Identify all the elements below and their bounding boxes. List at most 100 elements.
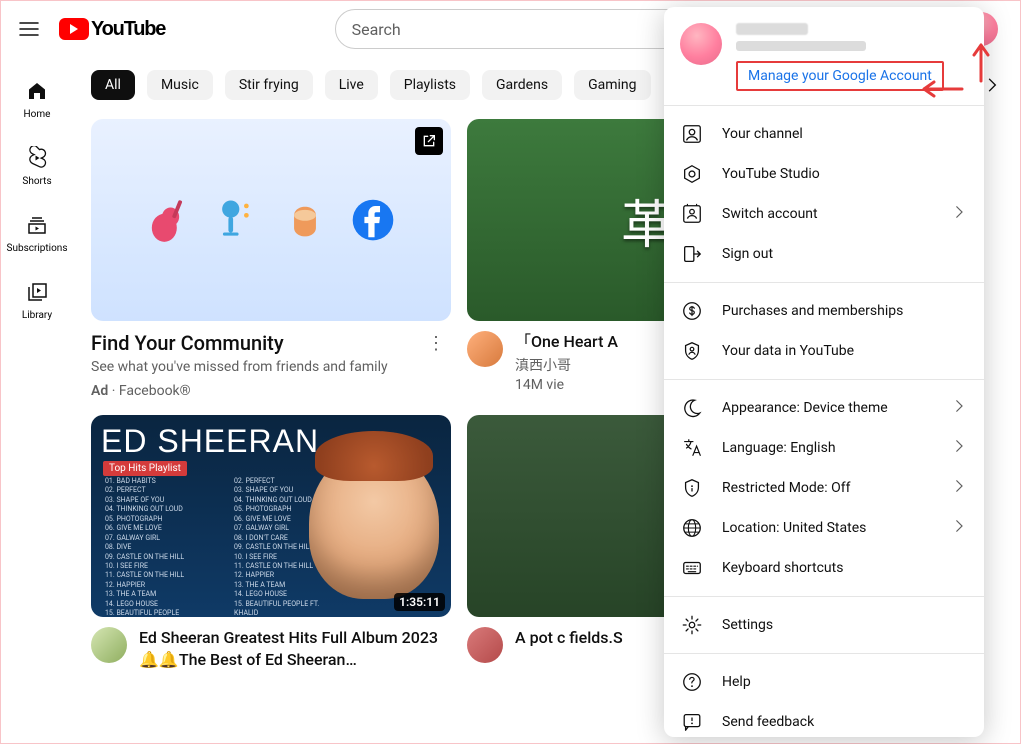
ad-more-button[interactable]: ⋮ — [421, 331, 451, 399]
chevron-right-icon — [950, 477, 968, 499]
annotation-arrow-up — [966, 39, 996, 83]
youtube-play-icon — [59, 18, 89, 40]
video-3-channel-avatar[interactable] — [467, 627, 503, 663]
account-menu: Manage your Google Account Your channel Y… — [664, 7, 984, 737]
menu-item-label: Location: United States — [722, 520, 866, 536]
chip-stir-frying[interactable]: Stir frying — [225, 70, 313, 100]
video-card-2: ED SHEERAN Top Hits Playlist 01. BAD HAB… — [91, 415, 451, 670]
facebook-icon — [348, 195, 398, 245]
account-menu-avatar — [680, 23, 722, 65]
video-1-title[interactable]: 「One Heart A — [515, 331, 618, 353]
translate-icon — [680, 436, 704, 460]
account-name-blurred — [736, 23, 808, 35]
gear-icon — [680, 613, 704, 637]
rail-library[interactable]: Library — [5, 266, 69, 333]
chevron-right-icon — [950, 203, 968, 225]
rail-shorts[interactable]: Shorts — [5, 132, 69, 199]
video-3-title[interactable]: A pot c fields.S — [515, 627, 623, 649]
menu-item-label: Send feedback — [722, 714, 814, 730]
youtube-logo[interactable]: YouTube — [59, 18, 165, 41]
video-1-channel-avatar[interactable] — [467, 331, 503, 367]
menu-item-send-feedback[interactable]: Send feedback — [664, 702, 984, 737]
ad-subline: See what you've missed from friends and … — [91, 359, 421, 375]
youtube-logo-text: YouTube — [91, 18, 165, 41]
menu-item-label: Help — [722, 674, 751, 690]
menu-item-keyboard-shortcuts[interactable]: Keyboard shortcuts — [664, 548, 984, 588]
restricted-icon — [680, 476, 704, 500]
menu-item-purchases-and-memberships[interactable]: Purchases and memberships — [664, 291, 984, 331]
menu-item-restricted-mode-off[interactable]: Restricted Mode: Off — [664, 468, 984, 508]
video-2-overlay-title: ED SHEERAN — [101, 423, 319, 460]
menu-item-language-english[interactable]: Language: English — [664, 428, 984, 468]
feedback-icon — [680, 710, 704, 734]
library-icon — [25, 280, 49, 304]
menu-item-label: Switch account — [722, 206, 818, 222]
chip-playlists[interactable]: Playlists — [390, 70, 470, 100]
menu-item-help[interactable]: Help — [664, 662, 984, 702]
hamburger-menu-button[interactable] — [17, 17, 41, 41]
moon-icon — [680, 396, 704, 420]
chip-gardens[interactable]: Gardens — [482, 70, 562, 100]
drum-icon — [280, 195, 330, 245]
help-icon — [680, 670, 704, 694]
menu-item-label: Your data in YouTube — [722, 343, 854, 359]
menu-item-settings[interactable]: Settings — [664, 605, 984, 645]
globe-icon — [680, 516, 704, 540]
menu-item-location-united-states[interactable]: Location: United States — [664, 508, 984, 548]
left-rail: Home Shorts Subscriptions Library — [1, 57, 73, 743]
video-2-overlay-tag: Top Hits Playlist — [103, 461, 187, 476]
rail-library-label: Library — [22, 310, 52, 321]
chevron-right-icon — [950, 397, 968, 419]
ad-tagline: Ad · Facebook® — [91, 383, 421, 399]
menu-item-label: Language: English — [722, 440, 836, 456]
studio-icon — [680, 162, 704, 186]
video-2-portrait — [309, 449, 439, 599]
menu-item-label: Purchases and memberships — [722, 303, 903, 319]
keyboard-icon — [680, 556, 704, 580]
subscriptions-icon — [25, 213, 49, 237]
ad-meta: Find Your Community See what you've miss… — [91, 321, 451, 399]
guitar-icon — [144, 195, 194, 245]
ad-thumbnail[interactable] — [91, 119, 451, 321]
shorts-icon — [25, 146, 49, 170]
menu-item-label: Settings — [722, 617, 773, 633]
video-2-thumbnail[interactable]: ED SHEERAN Top Hits Playlist 01. BAD HAB… — [91, 415, 451, 617]
microphone-icon — [212, 195, 262, 245]
rail-home-label: Home — [24, 109, 51, 120]
menu-item-switch-account[interactable]: Switch account — [664, 194, 984, 234]
rail-home[interactable]: Home — [5, 65, 69, 132]
video-2-duration: 1:35:11 — [394, 593, 445, 611]
chip-music[interactable]: Music — [147, 70, 213, 100]
chip-live[interactable]: Live — [325, 70, 378, 100]
ad-open-external-button[interactable] — [415, 127, 443, 155]
video-2-title[interactable]: Ed Sheeran Greatest Hits Full Album 2023… — [139, 627, 451, 670]
menu-item-label: Appearance: Device theme — [722, 400, 888, 416]
video-2-channel-avatar[interactable] — [91, 627, 127, 663]
menu-item-your-channel[interactable]: Your channel — [664, 114, 984, 154]
menu-item-sign-out[interactable]: Sign out — [664, 234, 984, 274]
account-email-blurred — [736, 41, 866, 51]
switch-account-icon — [680, 202, 704, 226]
dollar-icon — [680, 299, 704, 323]
user-square-icon — [680, 122, 704, 146]
manage-google-account-link[interactable]: Manage your Google Account — [736, 61, 944, 91]
menu-item-label: Sign out — [722, 246, 773, 262]
menu-item-label: Keyboard shortcuts — [722, 560, 843, 576]
chip-gaming[interactable]: Gaming — [574, 70, 650, 100]
chip-all[interactable]: All — [91, 70, 135, 100]
ad-card: Find Your Community See what you've miss… — [91, 119, 451, 399]
video-1-channel[interactable]: 滇西小哥 — [515, 355, 618, 375]
menu-item-youtube-studio[interactable]: YouTube Studio — [664, 154, 984, 194]
menu-item-appearance-device-theme[interactable]: Appearance: Device theme — [664, 388, 984, 428]
home-icon — [25, 79, 49, 103]
rail-subscriptions-label: Subscriptions — [7, 243, 68, 254]
shield-user-icon — [680, 339, 704, 363]
chevron-right-icon — [950, 437, 968, 459]
rail-shorts-label: Shorts — [22, 176, 51, 187]
ad-headline: Find Your Community — [91, 331, 421, 355]
sign-out-icon — [680, 242, 704, 266]
menu-item-label: Your channel — [722, 126, 803, 142]
menu-item-label: Restricted Mode: Off — [722, 480, 850, 496]
rail-subscriptions[interactable]: Subscriptions — [5, 199, 69, 266]
menu-item-your-data-in-youtube[interactable]: Your data in YouTube — [664, 331, 984, 371]
